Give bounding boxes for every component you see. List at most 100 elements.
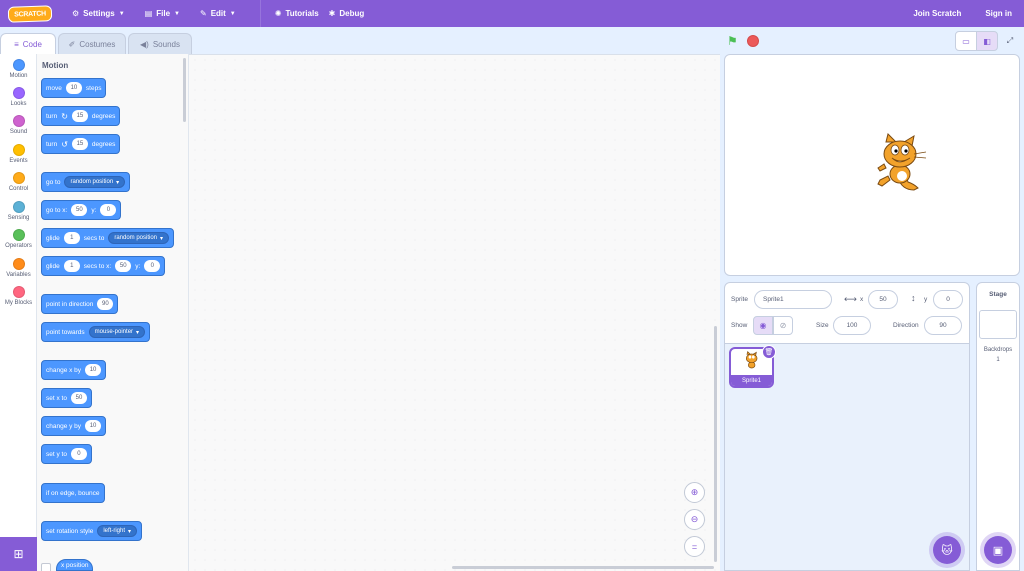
show-sprite-button[interactable]: ◉ <box>753 316 773 335</box>
category-operators[interactable]: Operators <box>0 229 37 249</box>
category-looks[interactable]: Looks <box>0 87 37 107</box>
scratch-logo[interactable]: SCRATCH <box>7 4 53 23</box>
block-bounce[interactable]: if on edge, bounce <box>41 483 105 503</box>
choose-sprite-button[interactable]: 🐱 <box>933 536 961 564</box>
category-control[interactable]: Control <box>0 172 37 192</box>
block-input[interactable]: 0 <box>100 204 117 216</box>
block-text: go to x: <box>46 206 68 214</box>
category-variables[interactable]: Variables <box>0 258 37 278</box>
join-scratch-link[interactable]: Join Scratch <box>901 0 973 27</box>
script-horizontal-scrollbar[interactable] <box>452 566 714 569</box>
block-point-towards[interactable]: point towards mouse-pointer ▾ <box>41 322 151 342</box>
block-input[interactable]: 0 <box>70 448 87 460</box>
block-input[interactable]: 0 <box>144 260 161 272</box>
tab-costumes[interactable]: ✐ Costumes <box>58 33 126 55</box>
block-input[interactable]: 10 <box>85 364 102 376</box>
sign-in-link[interactable]: Sign in <box>973 0 1024 27</box>
stop-button[interactable] <box>747 35 759 47</box>
block-input[interactable]: 50 <box>71 204 88 216</box>
category-sensing[interactable]: Sensing <box>0 201 37 221</box>
block-input[interactable]: 1 <box>63 232 80 244</box>
size-input[interactable]: 100 <box>833 316 871 335</box>
category-sound[interactable]: Sound <box>0 115 37 135</box>
block-goto[interactable]: go to random position ▾ <box>41 172 131 192</box>
add-extension-button[interactable]: ⊞ <box>0 537 37 571</box>
green-flag-button[interactable]: ⚑ <box>727 35 739 47</box>
debug-button[interactable]: ✱ Debug <box>329 0 375 27</box>
block-rotation-style[interactable]: set rotation style left-right ▾ <box>41 521 143 541</box>
block-input[interactable]: 50 <box>115 260 132 272</box>
tutorials-label: Tutorials <box>285 9 319 18</box>
script-area[interactable] <box>190 55 720 571</box>
my-blocks-dot-icon <box>12 286 25 298</box>
zoom-out-button[interactable]: ⊖ <box>684 509 705 530</box>
block-input[interactable]: 10 <box>65 82 82 94</box>
caret-down-icon: ▾ <box>136 329 140 336</box>
direction-label: Direction <box>893 322 919 329</box>
x-position-checkbox[interactable] <box>41 563 51 571</box>
block-dropdown[interactable]: mouse-pointer ▾ <box>88 326 146 338</box>
block-set-x[interactable]: set x to 50 <box>41 388 92 408</box>
dropdown-value: random position <box>114 235 158 241</box>
category-my-blocks[interactable]: My Blocks <box>0 286 37 306</box>
stage-selector[interactable]: Stage Backdrops 1 <box>976 282 1020 571</box>
sprite-name-input[interactable]: Sprite1 <box>754 290 832 309</box>
fullscreen-button[interactable]: ⤢ <box>999 31 1021 51</box>
category-label: Operators <box>5 243 32 249</box>
zoom-reset-button[interactable]: = <box>684 536 705 557</box>
tab-sounds[interactable]: ◀) Sounds <box>128 33 192 55</box>
block-x-position[interactable]: x position <box>56 559 94 571</box>
block-dropdown[interactable]: left-right ▾ <box>97 525 138 537</box>
category-motion[interactable]: Motion <box>0 59 37 79</box>
block-input[interactable]: 90 <box>97 298 114 310</box>
small-stage-button[interactable]: ▭ <box>955 31 977 51</box>
choose-backdrop-button[interactable]: ▣ <box>984 536 1012 564</box>
block-input[interactable]: 1 <box>63 260 80 272</box>
small-stage-icon: ▭ <box>962 36 970 46</box>
block-change-x[interactable]: change x by 10 <box>41 360 107 380</box>
zoom-in-icon: ⊕ <box>690 487 699 497</box>
equals-icon: = <box>691 541 698 552</box>
block-text: set rotation style <box>46 527 94 535</box>
block-dropdown[interactable]: random position ▾ <box>64 176 126 188</box>
tab-code[interactable]: ≡ Code <box>0 33 56 55</box>
category-label: Variables <box>6 272 31 278</box>
direction-input[interactable]: 90 <box>924 316 962 335</box>
block-change-y[interactable]: change y by 10 <box>41 416 107 436</box>
block-input[interactable]: 50 <box>70 392 87 404</box>
cat-sprite-image[interactable] <box>868 132 934 198</box>
block-input[interactable]: 15 <box>71 138 88 150</box>
size-label: Size <box>816 322 829 329</box>
block-glide[interactable]: glide 1 secs to random position ▾ <box>41 228 175 248</box>
dropdown-value: random position <box>70 179 114 185</box>
delete-sprite-button[interactable]: 🗑 <box>762 345 776 359</box>
block-text: set y to <box>46 450 67 458</box>
sensing-dot-icon <box>12 201 25 213</box>
block-set-y[interactable]: set y to 0 <box>41 444 92 464</box>
looks-dot-icon <box>12 87 25 99</box>
large-stage-button[interactable]: ◧ <box>976 31 998 51</box>
y-position-input[interactable]: 0 <box>933 290 963 309</box>
script-vertical-scrollbar[interactable] <box>714 326 717 562</box>
hide-sprite-button[interactable]: ⊘ <box>773 316 793 335</box>
block-goto-xy[interactable]: go to x: 50 y: 0 <box>41 200 122 220</box>
block-dropdown[interactable]: random position ▾ <box>108 232 170 244</box>
file-menu[interactable]: ▤ File ▼ <box>135 0 190 27</box>
block-input[interactable]: 10 <box>85 420 102 432</box>
tutorials-button[interactable]: ✺ Tutorials <box>265 0 329 27</box>
stage-thumbnail[interactable] <box>979 310 1017 339</box>
block-turn-left[interactable]: turn ↺ 15 degrees <box>41 134 121 154</box>
block-move[interactable]: move 10 steps <box>41 78 107 98</box>
block-input[interactable]: 15 <box>71 110 88 122</box>
settings-menu[interactable]: ⚙ Settings ▼ <box>62 0 135 27</box>
category-events[interactable]: Events <box>0 144 37 164</box>
block-turn-right[interactable]: turn ↻ 15 degrees <box>41 106 121 126</box>
block-point-direction[interactable]: point in direction 90 <box>41 294 119 314</box>
block-glide-xy[interactable]: glide 1 secs to x: 50 y: 0 <box>41 256 166 276</box>
zoom-out-icon: ⊖ <box>690 514 699 524</box>
edit-menu[interactable]: ✎ Edit ▼ <box>190 0 246 27</box>
x-position-input[interactable]: 50 <box>868 290 898 309</box>
palette-scrollbar[interactable] <box>183 58 186 122</box>
category-label: Control <box>8 186 29 192</box>
zoom-in-button[interactable]: ⊕ <box>684 482 705 503</box>
